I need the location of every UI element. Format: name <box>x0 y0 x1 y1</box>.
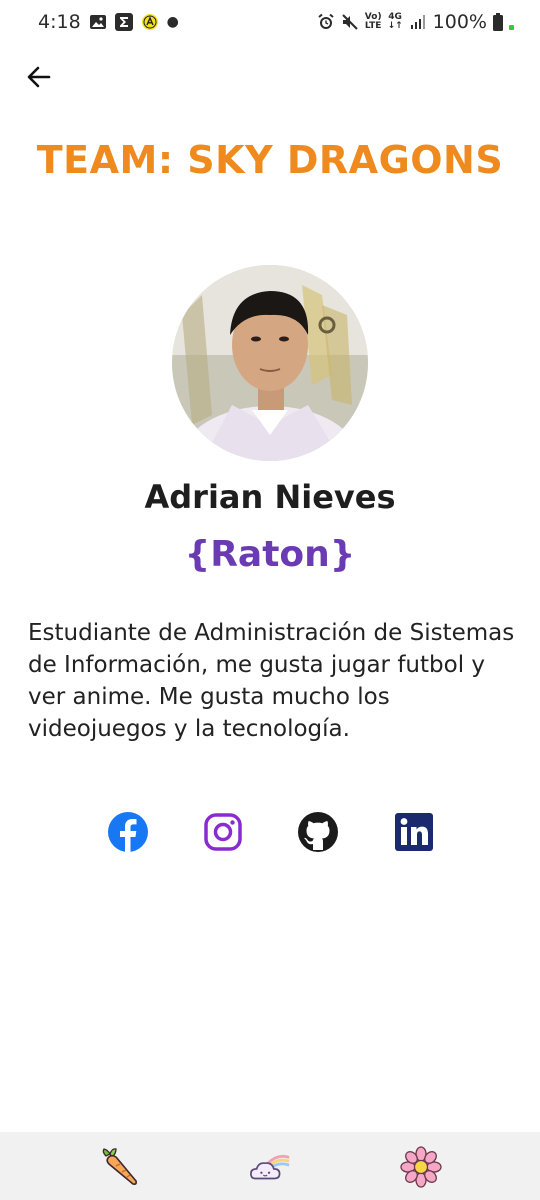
nav-item-carrot[interactable] <box>98 1146 140 1188</box>
back-arrow-icon <box>27 66 51 88</box>
network-type-icon: 4G ↓↑ <box>387 12 403 31</box>
instagram-link[interactable] <box>201 810 245 854</box>
mute-icon <box>341 13 359 31</box>
status-time: 4:18 <box>38 11 81 33</box>
app-a-icon <box>141 13 159 31</box>
status-bar: 4:18 ● Vo) LTE 4G ↓↑ 100% <box>0 0 540 46</box>
profile-avatar <box>172 265 368 461</box>
nav-item-rainbow-cloud[interactable] <box>249 1146 291 1188</box>
status-bar-left: 4:18 ● <box>38 11 179 33</box>
rainbow-cloud-icon <box>250 1154 290 1180</box>
linkedin-icon <box>395 813 433 851</box>
status-bar-right: Vo) LTE 4G ↓↑ 100% <box>317 11 514 33</box>
profile-name: Adrian Nieves <box>144 478 396 516</box>
profile-bio: Estudiante de Administración de Sistemas… <box>28 620 515 742</box>
volte-icon: Vo) LTE <box>364 12 382 31</box>
charging-dot-icon <box>509 24 514 30</box>
nav-item-flower[interactable] <box>400 1146 442 1188</box>
profile-screen: 4:18 ● Vo) LTE 4G ↓↑ 100% TEAM: SKY DRAG… <box>0 0 540 1200</box>
linkedin-link[interactable] <box>392 810 436 854</box>
sigma-icon <box>114 13 133 31</box>
team-title: TEAM: SKY DRAGONS <box>36 138 504 182</box>
battery-icon <box>493 13 503 31</box>
gallery-icon <box>89 13 107 31</box>
battery-percent: 100% <box>432 11 487 33</box>
facebook-link[interactable] <box>106 810 150 854</box>
facebook-icon <box>108 812 148 852</box>
profile-nickname: {Raton} <box>184 534 356 575</box>
alarm-icon <box>317 13 335 31</box>
flower-icon <box>400 1146 442 1188</box>
back-button[interactable] <box>22 60 56 94</box>
notification-dot-icon: ● <box>166 14 179 30</box>
social-links <box>0 810 540 854</box>
github-icon <box>298 812 338 852</box>
signal-icon <box>409 13 427 31</box>
carrot-icon <box>102 1148 137 1185</box>
github-link[interactable] <box>296 810 340 854</box>
bottom-navigation <box>0 1132 540 1200</box>
instagram-icon <box>204 813 242 851</box>
